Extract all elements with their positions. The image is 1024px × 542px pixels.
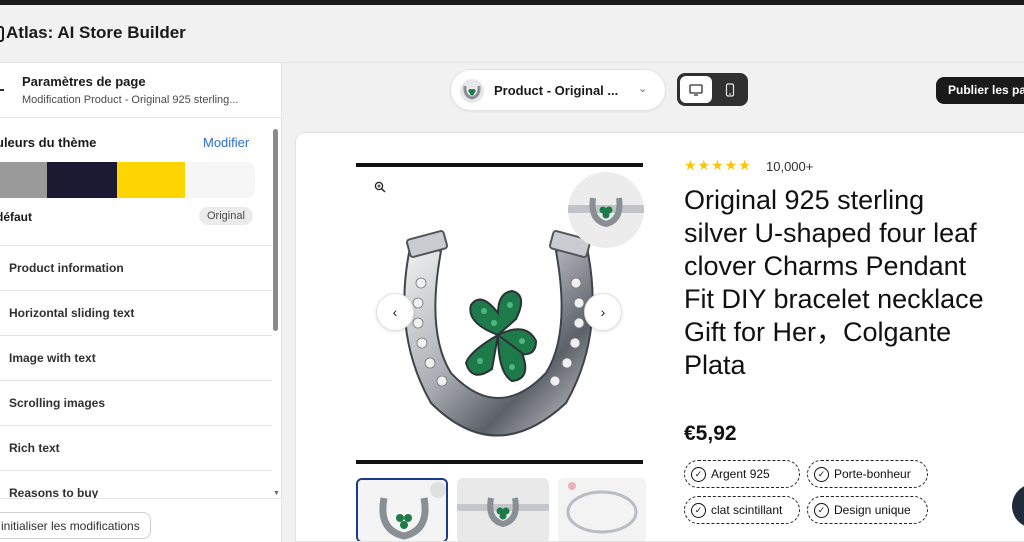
gallery-next-button[interactable]: › xyxy=(584,293,622,331)
gallery-thumbnail[interactable] xyxy=(356,478,448,541)
theme-edit-link[interactable]: Modifier xyxy=(203,135,249,150)
feature-badge: ✓ Design unique xyxy=(807,496,928,524)
section-item[interactable]: Scrolling images xyxy=(0,380,272,425)
gallery-thumbnail[interactable] xyxy=(457,478,549,541)
gallery-thumbnails xyxy=(356,478,646,541)
section-item[interactable]: Image with text xyxy=(0,335,272,380)
badge-label: clat scintillant xyxy=(711,503,783,517)
badge-label: Argent 925 xyxy=(711,467,770,481)
section-item[interactable]: Product information xyxy=(0,245,272,290)
original-badge: Original xyxy=(199,207,253,225)
publish-button[interactable]: Publier les pa xyxy=(936,77,1024,104)
sidebar-subtitle: Modification Product - Original 925 ster… xyxy=(22,94,239,106)
feature-badge: ✓ clat scintillant xyxy=(684,496,800,524)
template-selector[interactable]: Product - Original ... ⌄ xyxy=(450,69,666,111)
gallery-divider xyxy=(356,460,643,464)
template-thumbnail xyxy=(460,79,484,103)
color-swatch xyxy=(185,162,255,198)
gallery-thumbnail[interactable] xyxy=(558,478,646,541)
check-circle-icon: ✓ xyxy=(691,466,706,482)
color-swatch xyxy=(47,162,117,198)
app-header: Atlas: AI Store Builder xyxy=(0,5,1024,63)
gallery-floating-thumbnail[interactable] xyxy=(568,172,644,248)
desktop-icon xyxy=(689,83,703,96)
product-title: Original 925 sterling silver U-shaped fo… xyxy=(684,185,984,380)
template-label: Product - Original ... xyxy=(494,83,619,98)
mobile-icon xyxy=(725,82,735,97)
sidebar-footer: initialiser les modifications xyxy=(0,498,281,542)
product-price: €5,92 xyxy=(684,422,737,445)
check-circle-icon: ✓ xyxy=(814,466,829,482)
feature-badge: ✓ Porte-bonheur xyxy=(807,460,928,488)
rating-stars: ★★★★★ xyxy=(684,157,752,173)
sidebar-header: Paramètres de page Modification Product … xyxy=(0,63,281,118)
zoom-icon[interactable] xyxy=(374,180,386,198)
section-list: Product information Horizontal sliding t… xyxy=(0,245,272,498)
app-title: Atlas: AI Store Builder xyxy=(6,23,186,42)
check-circle-icon: ✓ xyxy=(814,502,829,518)
sidebar-scrollbar[interactable] xyxy=(273,129,278,331)
back-arrow-icon[interactable] xyxy=(0,89,4,91)
color-swatch xyxy=(0,162,47,198)
page-preview: ‹ › ★★★★★ 10,000+ Original 925 sterling … xyxy=(295,132,1024,542)
chevron-right-icon: › xyxy=(600,304,606,320)
feature-badge: ✓ Argent 925 xyxy=(684,460,800,488)
badge-label: Design unique xyxy=(834,503,911,517)
scroll-down-arrow-icon[interactable]: ▼ xyxy=(273,490,280,497)
section-item[interactable]: Rich text xyxy=(0,425,272,470)
badge-label: Porte-bonheur xyxy=(834,467,911,481)
app-logo-icon xyxy=(0,26,4,42)
mobile-view-button[interactable] xyxy=(715,76,745,103)
device-toggle xyxy=(677,73,748,106)
sidebar-scroll-area: uleurs du thème Modifier défaut Original… xyxy=(0,118,281,498)
reset-changes-button[interactable]: initialiser les modifications xyxy=(0,512,151,539)
desktop-view-button[interactable] xyxy=(680,76,712,103)
gallery-prev-button[interactable]: ‹ xyxy=(376,293,414,331)
review-count: 10,000+ xyxy=(766,159,814,174)
editor-toolbar: Product - Original ... ⌄ Publier les pa xyxy=(283,63,1024,118)
sidebar-title: Paramètres de page xyxy=(22,74,146,89)
chevron-left-icon: ‹ xyxy=(392,304,398,320)
settings-sidebar: Paramètres de page Modification Product … xyxy=(0,63,282,542)
color-swatch xyxy=(117,162,185,198)
check-circle-icon: ✓ xyxy=(691,502,706,518)
section-item[interactable]: Reasons to buy xyxy=(0,470,272,498)
default-label: défaut xyxy=(0,210,32,224)
product-gallery: ‹ › xyxy=(356,163,644,466)
theme-colors-label: uleurs du thème xyxy=(0,135,97,150)
theme-color-swatches[interactable] xyxy=(0,162,255,198)
gallery-divider xyxy=(356,163,643,167)
chevron-down-icon: ⌄ xyxy=(638,83,648,95)
section-item[interactable]: Horizontal sliding text xyxy=(0,290,272,335)
product-main-image xyxy=(403,230,594,437)
